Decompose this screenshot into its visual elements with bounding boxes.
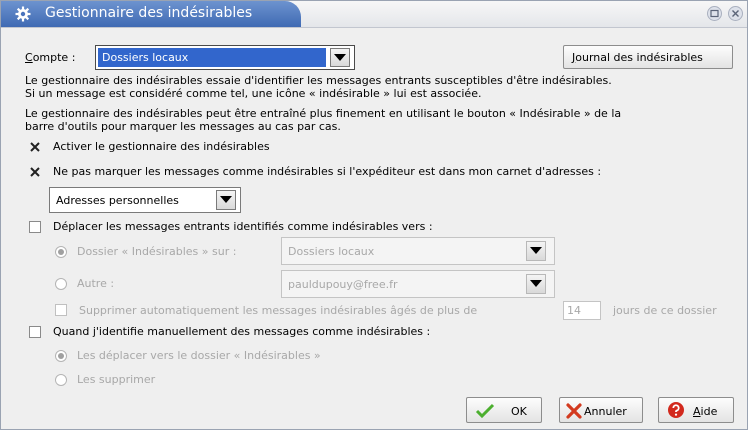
move-label[interactable]: Déplacer les messages entrants identifié…: [53, 220, 433, 233]
account-label: Compte :: [25, 51, 76, 64]
purge-days-value: 14: [567, 304, 581, 317]
account-select[interactable]: Dossiers locaux: [95, 45, 355, 70]
purge-suffix: jours de ce dossier: [613, 304, 717, 317]
addressbook-dropdown-button[interactable]: [216, 190, 236, 210]
close-icon: [732, 10, 739, 17]
manual-label[interactable]: Quand j'identifie manuellement des messa…: [53, 325, 430, 338]
cancel-label: Annuler: [584, 405, 627, 418]
folder-dropdown-button[interactable]: [526, 241, 546, 261]
enable-label[interactable]: Activer le gestionnaire des indésirables: [53, 140, 270, 153]
manual-delete-label[interactable]: Les supprimer: [77, 373, 155, 386]
enable-checkbox[interactable]: [29, 141, 41, 153]
help-label: Aide: [693, 405, 718, 418]
other-radio[interactable]: [55, 278, 67, 290]
purge-label[interactable]: Supprimer automatiquement les messages i…: [79, 304, 477, 317]
folder-radio[interactable]: [55, 246, 67, 258]
close-button[interactable]: [728, 6, 743, 21]
dialog-window: Gestionnaire des indésirables Compte : D…: [0, 0, 748, 430]
manual-checkbox[interactable]: [29, 326, 41, 338]
description-line-1: Le gestionnaire des indésirables essaie …: [25, 74, 612, 87]
move-checkbox[interactable]: [29, 221, 41, 233]
maximize-button[interactable]: [707, 6, 722, 21]
junk-log-button[interactable]: Journal des indésirables: [563, 45, 733, 69]
description-line-2: Si un message est considéré comme tel, u…: [25, 87, 482, 100]
manual-move-label[interactable]: Les déplacer vers le dossier « Indésirab…: [77, 349, 321, 362]
other-dropdown-button[interactable]: [526, 274, 546, 294]
other-radio-label[interactable]: Autre :: [77, 277, 114, 290]
ok-label: OK: [511, 405, 527, 418]
manual-delete-radio[interactable]: [55, 374, 67, 386]
purge-checkbox[interactable]: [55, 304, 67, 316]
maximize-icon: [710, 9, 719, 18]
help-button[interactable]: Aide: [658, 397, 734, 423]
cancel-button[interactable]: Annuler: [559, 397, 643, 423]
manual-move-radio[interactable]: [55, 350, 67, 362]
checkmark-icon: [475, 403, 495, 419]
chevron-down-icon: [334, 54, 346, 61]
whitelist-checkbox[interactable]: [29, 166, 41, 178]
addressbook-select[interactable]: Adresses personnelles: [49, 187, 241, 213]
folder-select[interactable]: Dossiers locaux: [281, 237, 555, 265]
purge-days-input[interactable]: 14: [563, 301, 601, 320]
title-bar[interactable]: Gestionnaire des indésirables: [1, 1, 747, 28]
checkmark-x-icon: [30, 167, 40, 177]
whitelist-label[interactable]: Ne pas marquer les messages comme indési…: [53, 165, 601, 178]
chevron-down-icon: [220, 196, 232, 203]
account-value: Dossiers locaux: [102, 51, 189, 64]
description-line-4: barre d'outils pour marquer les messages…: [25, 120, 341, 133]
gear-icon[interactable]: [15, 6, 31, 22]
folder-radio-label[interactable]: Dossier « Indésirables » sur :: [77, 245, 236, 258]
ok-button[interactable]: OK: [466, 397, 542, 423]
other-value: pauldupouy@free.fr: [288, 278, 398, 291]
radio-dot: [58, 249, 64, 255]
junk-log-label: Journal des indésirables: [572, 51, 703, 64]
radio-dot: [58, 353, 64, 359]
folder-value: Dossiers locaux: [288, 245, 375, 258]
other-select[interactable]: pauldupouy@free.fr: [281, 270, 555, 298]
chevron-down-icon: [530, 280, 542, 287]
checkmark-x-icon: [30, 142, 40, 152]
account-dropdown-button[interactable]: [330, 48, 350, 67]
title-tab: Gestionnaire des indésirables: [1, 1, 301, 27]
addressbook-value: Adresses personnelles: [56, 194, 179, 207]
window-title: Gestionnaire des indésirables: [45, 5, 253, 21]
help-icon: [668, 402, 684, 418]
description-line-3: Le gestionnaire des indésirables peut êt…: [25, 107, 622, 120]
chevron-down-icon: [530, 247, 542, 254]
cross-icon: [566, 403, 582, 419]
